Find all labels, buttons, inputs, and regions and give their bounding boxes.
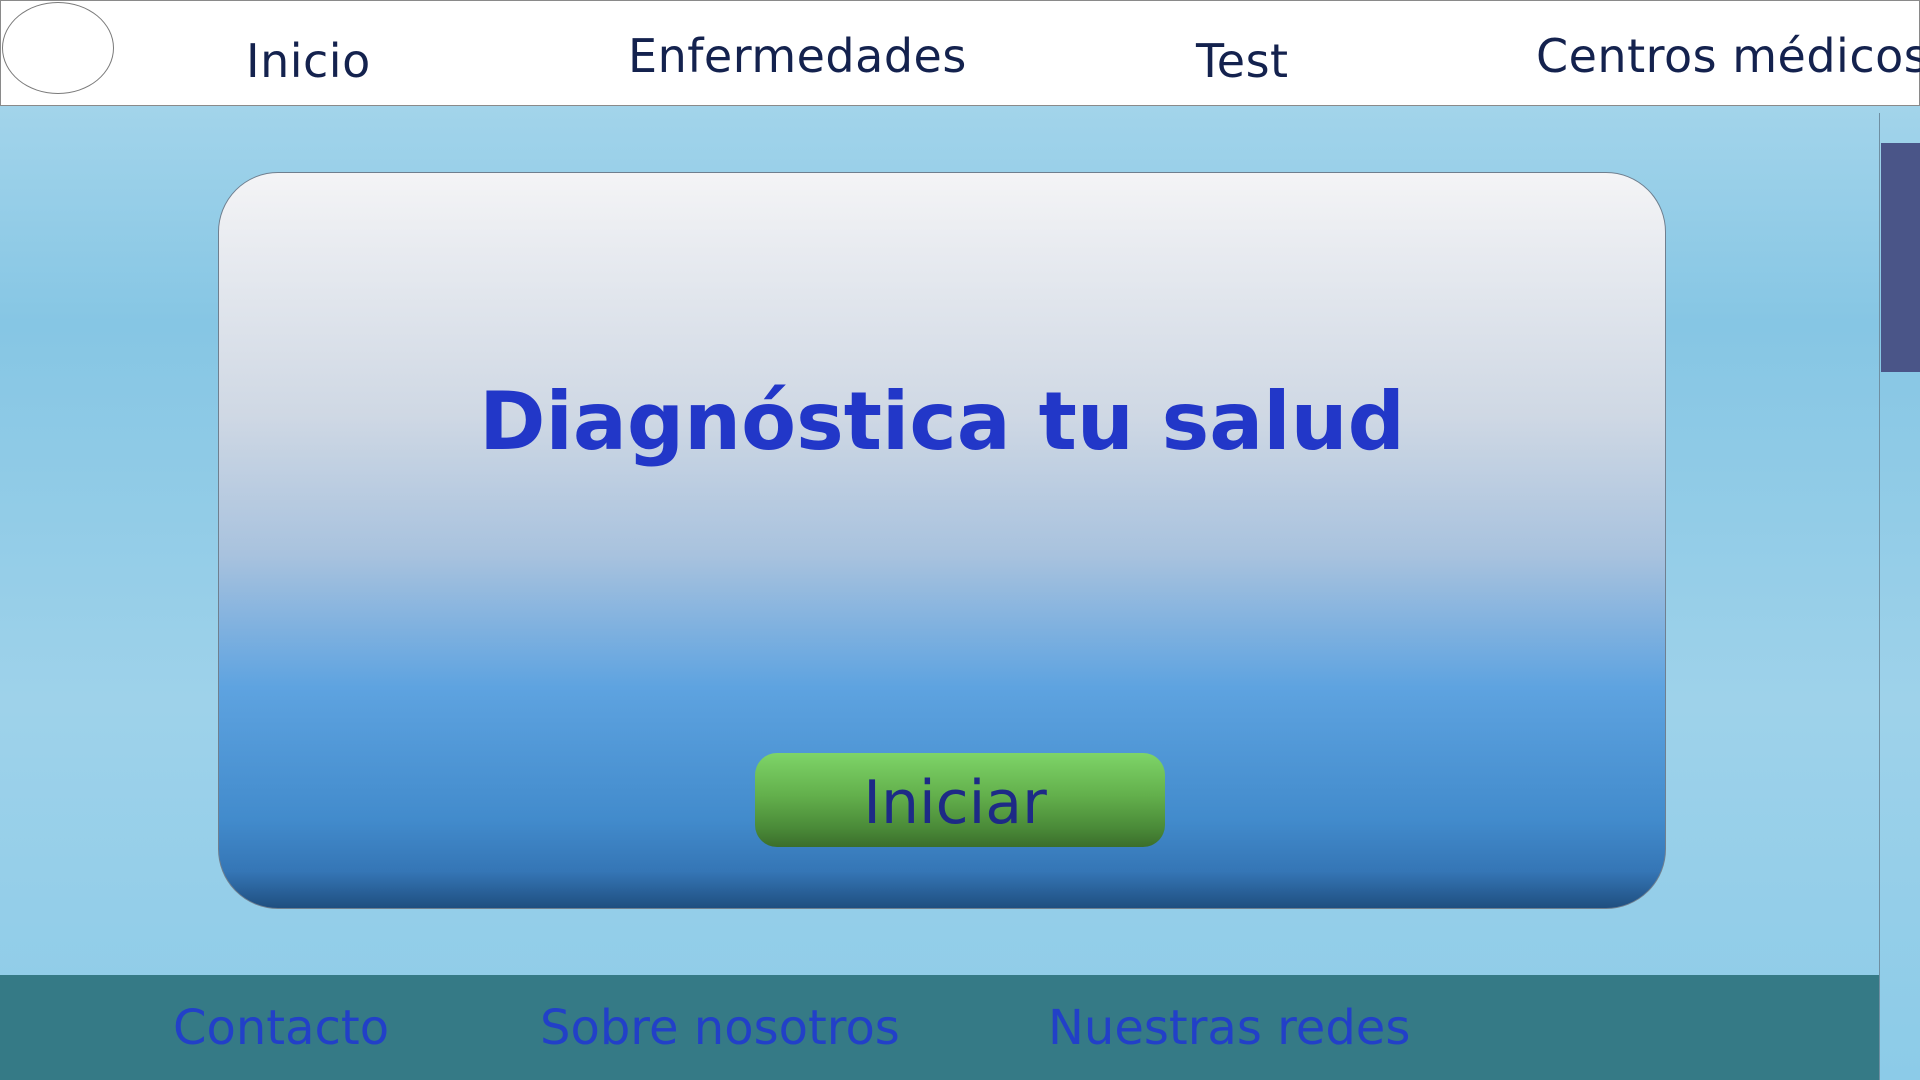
nav-item-test[interactable]: Test — [1196, 34, 1289, 88]
top-navigation-bar: Inicio Enfermedades Test Centros médicos — [0, 0, 1920, 106]
page-title: Diagnóstica tu salud — [479, 374, 1405, 468]
footer-link-nuestras-redes[interactable]: Nuestras redes — [1048, 1000, 1410, 1056]
start-button-label: Iniciar — [863, 768, 1047, 838]
nav-item-enfermedades[interactable]: Enfermedades — [628, 29, 967, 83]
scrollbar-thumb[interactable] — [1881, 143, 1920, 372]
diagnosis-card: Diagnóstica tu salud Iniciar — [218, 172, 1666, 909]
page: Inicio Enfermedades Test Centros médicos… — [0, 0, 1920, 1080]
nav-item-centros-medicos[interactable]: Centros médicos — [1536, 29, 1920, 83]
nav-item-inicio[interactable]: Inicio — [246, 34, 371, 88]
footer-link-sobre-nosotros[interactable]: Sobre nosotros — [540, 1000, 900, 1056]
logo-placeholder[interactable] — [2, 2, 114, 94]
footer: Contacto Sobre nosotros Nuestras redes — [0, 975, 1879, 1080]
footer-link-contacto[interactable]: Contacto — [173, 1000, 389, 1056]
start-button[interactable]: Iniciar — [755, 753, 1165, 847]
